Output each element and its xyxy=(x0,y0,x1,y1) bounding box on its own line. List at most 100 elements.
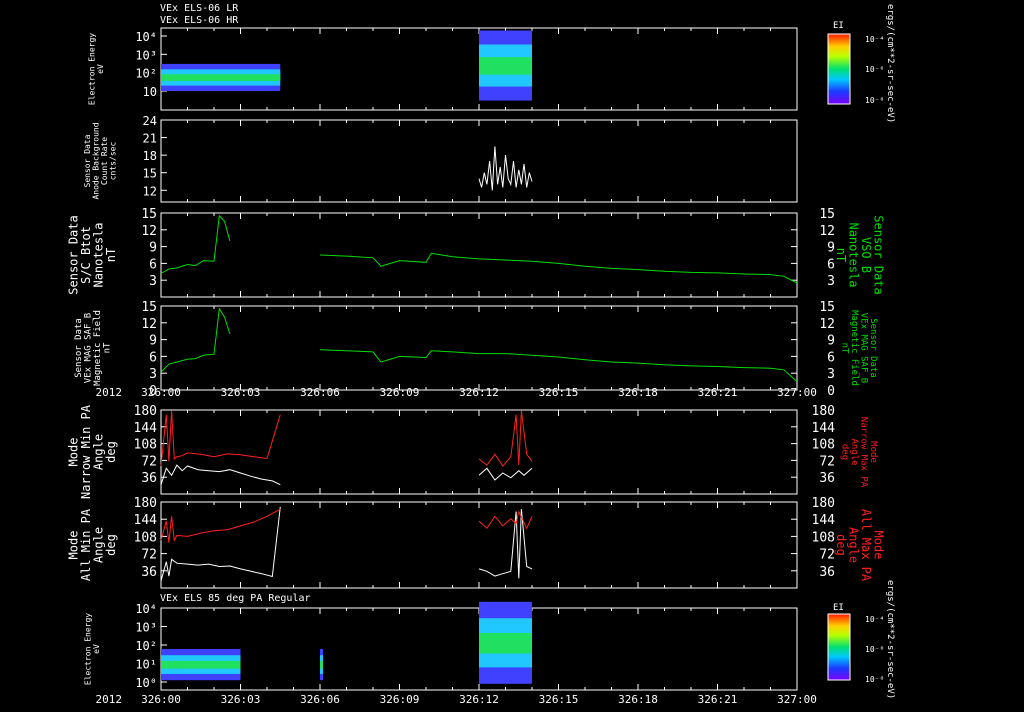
colorbar-tick: 10⁻⁴ xyxy=(865,615,884,624)
colorbar-top: EI 10⁻⁴ 10⁻⁶ 10⁻⁸ ergs/(cm**2-sr-sec-eV) xyxy=(827,4,895,123)
y-tick-label-right: 144 xyxy=(812,421,836,436)
panel-frame xyxy=(160,212,798,298)
time-tick-label-a: 326:09 xyxy=(380,386,420,399)
series-line xyxy=(160,410,533,467)
spectrogram-core-band xyxy=(479,57,532,75)
y-axis-label-right-line: deg xyxy=(834,534,848,556)
y-tick-label-right: 72 xyxy=(819,454,835,469)
time-tick-label-a: 326:12 xyxy=(459,386,499,399)
y-tick-label-right: 36 xyxy=(819,471,835,486)
spectrogram-core-band xyxy=(320,660,323,669)
y-axis-label-right-line: nT xyxy=(834,248,848,262)
colorbar-tick: 10⁻⁸ xyxy=(865,96,884,105)
y-tick-label: 108 xyxy=(134,438,157,453)
panel-frame xyxy=(160,501,798,589)
series-line xyxy=(160,508,533,543)
y-tick-label: 10² xyxy=(135,639,157,653)
time-tick-label-a: 326:00 xyxy=(141,386,181,399)
colorbar-tick: 10⁻⁶ xyxy=(865,65,884,74)
y-tick-label: 3 xyxy=(149,274,157,289)
y-tick-label: 10³ xyxy=(135,621,157,635)
title-bottom: VEx ELS 85 deg PA Regular xyxy=(160,593,311,604)
y-tick-label: 6 xyxy=(149,350,157,365)
y-axis-label-right: Sensor DataVSO BNanoteslanT xyxy=(834,215,886,294)
y-axis-label: Sensor Data VEx MAG SAF_B Magnetic Field nT xyxy=(74,310,112,386)
time-tick-label-a: 327:00 xyxy=(777,386,817,399)
y-tick-label-right: 72 xyxy=(819,548,835,563)
y-axis-label: Sensor Data Anode Background Count Rate cnt… xyxy=(83,122,117,199)
panel-all-pa: 180 180 144 144 108 108 72 72 36 36 xyxy=(134,496,836,589)
y-axis-label-right: Sensor DataVEx MAG SAF_BMagnetic FieldnT xyxy=(840,310,878,386)
panels: 10⁴10³10²10Electron Energy eV2421181512Se… xyxy=(66,27,886,706)
y-tick-label: 72 xyxy=(141,454,157,469)
y-tick-label: 10⁴ xyxy=(135,30,157,44)
y-tick-label-right: 9 xyxy=(827,241,835,256)
y-tick-label: 108 xyxy=(134,530,157,545)
y-tick-label-right: 3 xyxy=(827,367,835,382)
panel-narrow-pa: 180 180144 144108 10872 7236 36 xyxy=(134,404,836,495)
y-tick-label-right: 144 xyxy=(812,513,836,528)
time-tick-label-b: 326:06 xyxy=(300,693,340,706)
time-year-a: 2012 xyxy=(96,386,123,399)
time-tick-label-a: 326:18 xyxy=(618,386,658,399)
y-tick-label: 144 xyxy=(134,421,158,436)
chart-figure: VEx ELS-06 LR VEx ELS-06 HR VEx ELS 85 d… xyxy=(0,0,1024,708)
y-axis-label: Electron Energy eV xyxy=(88,33,105,105)
y-tick-label: 180 xyxy=(134,404,157,419)
panel-s-c-bxyz: 15 1512 129 96 63 3 xyxy=(141,207,835,298)
y-axis-label: Electron Energy eV xyxy=(84,613,101,685)
time-tick-label-b: 326:18 xyxy=(618,693,658,706)
y-tick-label: 3 xyxy=(149,367,157,382)
y-tick-label-right: 15 xyxy=(819,207,835,222)
y-axis-label-line: deg xyxy=(104,441,118,463)
y-axis-label: Sensor DataS/C BtotNanoteslanT xyxy=(66,215,118,294)
colorbar-bottom: EI 10⁻⁴ 10⁻⁶ 10⁻⁸ ergs/(cm**2-sr-sec-eV) xyxy=(827,580,895,699)
panel-spectrogram-bottom: 10⁴ 10³ 10² 10¹ 10⁰ xyxy=(135,601,798,691)
y-tick-label-right: 15 xyxy=(819,300,835,315)
y-tick-label: 9 xyxy=(149,334,157,349)
time-year-b: 2012 xyxy=(96,693,123,706)
y-tick-label-right: 180 xyxy=(812,496,835,511)
time-tick-label-b: 326:21 xyxy=(698,693,738,706)
y-tick-label: 15 xyxy=(141,207,157,222)
panel-mag-saf: 15 1512 129 96 63 30 0 xyxy=(141,300,835,399)
y-tick-label: 180 xyxy=(134,496,157,511)
colorbar-gradient xyxy=(827,33,851,105)
y-tick-label: 10³ xyxy=(135,48,157,62)
y-axis-label: ModeNarrow Min PAAngledeg xyxy=(66,404,118,499)
y-tick-label: 10² xyxy=(135,67,157,81)
colorbar-gradient xyxy=(827,613,851,681)
y-axis-label-right: ModeNarrow Max PAAngledeg xyxy=(840,417,878,488)
y-tick-label: 15 xyxy=(143,167,157,181)
series-line xyxy=(160,307,798,382)
spectrogram-core-band xyxy=(161,660,241,669)
y-tick-label-right: 6 xyxy=(827,350,835,365)
time-tick-label-b: 327:00 xyxy=(777,693,817,706)
y-tick-label-right: 180 xyxy=(812,404,835,419)
y-axis-label-line: cnts/sec xyxy=(108,142,117,181)
y-tick-label: 6 xyxy=(149,257,157,272)
time-tick-label-a: 326:15 xyxy=(539,386,579,399)
series-line xyxy=(160,506,533,581)
y-tick-label: 24 xyxy=(143,114,157,128)
y-axis-label-line: deg xyxy=(104,534,118,556)
colorbar-tick: 10⁻⁶ xyxy=(865,645,884,654)
y-tick-label-right: 36 xyxy=(819,565,835,580)
y-tick-label-right: 3 xyxy=(827,274,835,289)
colorbar-tick: 10⁻⁸ xyxy=(865,675,884,684)
y-tick-label: 12 xyxy=(141,224,157,239)
y-axis-label-right: ModeAll Max PAAngledeg xyxy=(834,509,886,582)
title-lr: VEx ELS-06 LR xyxy=(160,3,239,14)
y-axis-label-right-line: deg xyxy=(840,444,850,460)
colorbar-units: ergs/(cm**2-sr-sec-eV) xyxy=(885,580,895,699)
panel-frame xyxy=(160,119,798,203)
y-tick-label-right: 108 xyxy=(812,530,835,545)
y-tick-label: 9 xyxy=(149,241,157,256)
y-axis-label-line: nT xyxy=(104,248,118,262)
colorbar-tick: 10⁻⁴ xyxy=(865,35,884,44)
y-tick-label-right: 0 xyxy=(827,384,835,399)
y-tick-label: 36 xyxy=(141,471,157,486)
time-tick-label-a: 326:03 xyxy=(221,386,261,399)
y-axis-label: ModeAll Min PAAngledeg xyxy=(66,508,118,581)
time-tick-label-b: 326:00 xyxy=(141,693,181,706)
